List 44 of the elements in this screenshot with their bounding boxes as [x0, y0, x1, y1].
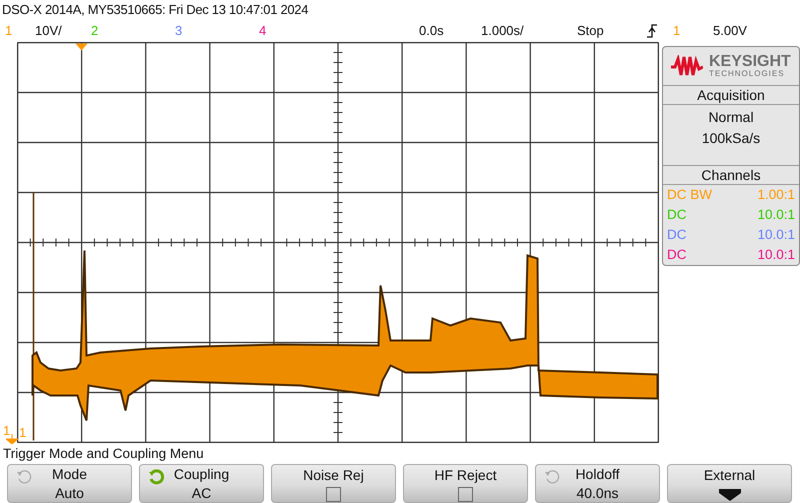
ground-marker: 1	[3, 424, 10, 437]
trigger-source: 1	[673, 23, 682, 38]
ground-arrow-icon	[6, 434, 18, 444]
channel-coupling: DC	[667, 246, 686, 264]
timebase: 1.000s/	[481, 23, 525, 38]
cycle-icon	[544, 469, 560, 485]
down-arrow-icon	[718, 489, 740, 501]
time-offset: 0.0s	[419, 23, 445, 38]
softkey-button[interactable]: Coupling AC	[139, 464, 264, 503]
acquisition-mode: Normal	[707, 108, 755, 128]
window-title: DSO-X 2014A, MY53510665: Fri Dec 13 10:47:01 2024	[1, 1, 310, 19]
run-state: Stop	[577, 23, 605, 38]
menu-title: Trigger Mode and Coupling Menu	[2, 445, 205, 463]
channel-label: 1	[5, 23, 14, 38]
channel-coupling: DC	[667, 206, 686, 224]
probe-ratio: 1.00:1	[757, 186, 795, 204]
channel-label: 4	[259, 23, 268, 38]
trigger-position-marker	[76, 43, 88, 50]
trigger-level: 5.00V	[713, 23, 748, 38]
channel-coupling: DC BW	[667, 186, 712, 204]
checkbox[interactable]	[458, 486, 473, 502]
rising-edge-icon	[647, 24, 657, 38]
trace-label: 1	[19, 426, 26, 439]
channel-coupling: DC	[667, 226, 686, 244]
wave-logo-icon	[671, 55, 703, 78]
channel-label: 2	[91, 23, 100, 38]
softkey-button[interactable]: External	[667, 464, 792, 503]
section-header: Channels	[663, 166, 799, 185]
softkey-button[interactable]: Holdoff 40.0ns	[535, 464, 660, 503]
probe-ratio: 10.0:1	[757, 226, 795, 244]
vertical-scale: 10V/	[35, 23, 63, 38]
logo-subtitle: TECHNOLOGIES	[709, 70, 786, 78]
channel-label: 3	[175, 23, 184, 38]
cycle-icon	[16, 469, 32, 485]
checkbox[interactable]	[326, 486, 341, 502]
softkey-button[interactable]: Noise Rej	[271, 464, 396, 503]
probe-ratio: 10.0:1	[757, 246, 795, 264]
section-header: Acquisition	[663, 86, 799, 106]
softkey-button[interactable]: Mode Auto	[7, 464, 132, 503]
logo-name: KEYSIGHT	[709, 54, 791, 70]
cycle-icon	[148, 469, 164, 485]
softkey-button[interactable]: HF Reject	[403, 464, 528, 503]
probe-ratio: 10.0:1	[757, 206, 795, 224]
sample-rate: 100kSa/s	[700, 129, 762, 148]
